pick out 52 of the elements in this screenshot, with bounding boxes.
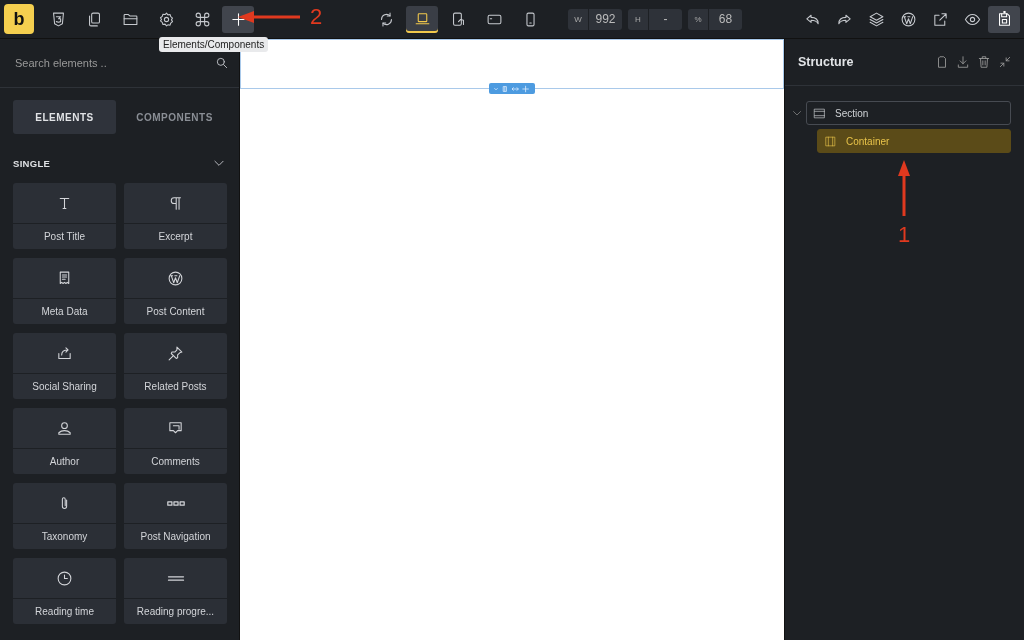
annotation-number: 1 xyxy=(898,224,911,246)
dimension-field[interactable]: W 992 xyxy=(568,8,622,30)
annotation-number: 2 xyxy=(310,6,323,28)
dimension-field[interactable]: H - xyxy=(628,8,682,30)
search-icon[interactable] xyxy=(215,56,229,70)
element-card[interactable]: Excerpt xyxy=(124,183,227,249)
user-icon xyxy=(56,419,73,437)
panel-tab[interactable]: ELEMENTS xyxy=(13,100,116,134)
element-card[interactable]: Author xyxy=(13,408,116,474)
element-card[interactable]: Related Posts xyxy=(124,333,227,399)
element-card[interactable]: Post Title xyxy=(13,183,116,249)
share-icon xyxy=(56,344,73,362)
tooltip: Elements/Components xyxy=(159,37,269,52)
logo[interactable]: b xyxy=(4,4,34,34)
panel-title: Structure xyxy=(798,55,854,69)
element-card[interactable]: Meta Data xyxy=(13,258,116,324)
element-card[interactable]: Taxonomy xyxy=(13,483,116,549)
download-icon[interactable] xyxy=(956,55,970,69)
command-icon xyxy=(193,10,211,28)
settings-icon xyxy=(157,10,175,28)
dimension-field[interactable]: % 68 xyxy=(688,8,742,30)
dots-icon xyxy=(166,500,185,506)
element-card[interactable]: Post Content xyxy=(124,258,227,324)
plus-button[interactable] xyxy=(222,5,254,33)
tree-item[interactable]: Section xyxy=(806,101,1011,125)
clock-icon xyxy=(56,569,73,587)
container-icon xyxy=(824,134,837,148)
annotation-arrow xyxy=(238,11,300,23)
pin-icon xyxy=(167,344,184,362)
w-logo-icon xyxy=(167,269,184,287)
tree-item[interactable]: Container xyxy=(817,129,1011,153)
element-card[interactable]: Social Sharing xyxy=(13,333,116,399)
w-logo-icon xyxy=(899,10,917,28)
section-icon xyxy=(813,106,826,120)
laptop-button[interactable] xyxy=(406,5,438,33)
annotation-arrow xyxy=(898,160,911,216)
search-field[interactable]: Search elements .. xyxy=(13,56,215,70)
save-button[interactable] xyxy=(988,5,1020,33)
element-card[interactable]: Comments xyxy=(124,408,227,474)
trash-icon[interactable] xyxy=(977,55,991,69)
plus-icon xyxy=(229,10,247,28)
element-card[interactable]: Reading progre... xyxy=(124,558,227,624)
collapse-icon[interactable] xyxy=(998,55,1012,69)
lines-icon xyxy=(166,575,185,581)
clipboard-icon[interactable] xyxy=(935,55,949,69)
external-link-icon xyxy=(931,10,949,28)
panel-tab[interactable]: COMPONENTS xyxy=(123,100,226,134)
element-card[interactable]: Post Navigation xyxy=(124,483,227,549)
toolbar-icons-drawing xyxy=(492,84,532,93)
category-heading: SINGLE xyxy=(13,157,51,169)
element-card[interactable]: Reading time xyxy=(13,558,116,624)
layers-icon xyxy=(867,10,885,28)
